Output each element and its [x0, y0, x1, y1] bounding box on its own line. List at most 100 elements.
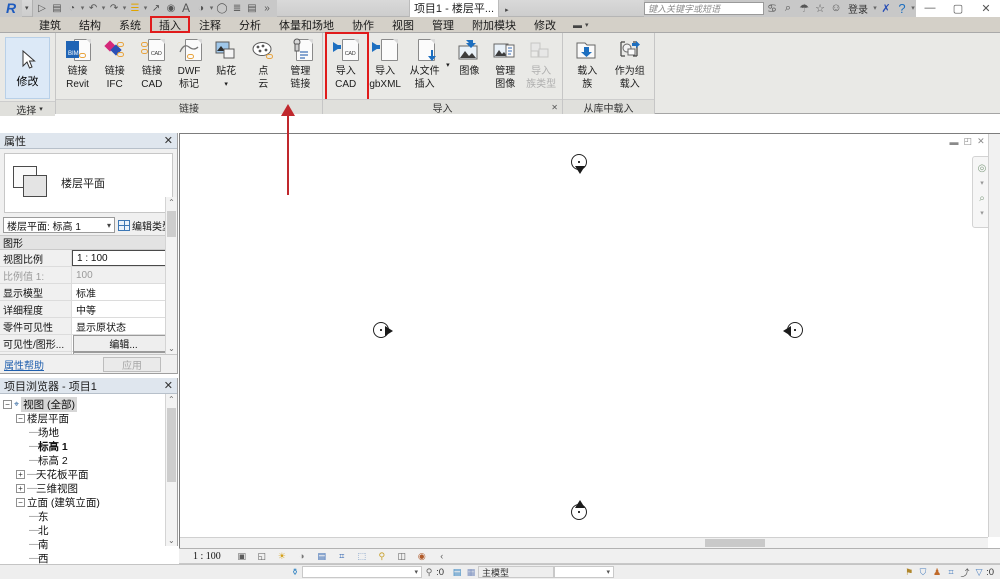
- properties-close-icon[interactable]: ✕: [164, 134, 173, 147]
- visibility-graphics-edit-button[interactable]: 编辑...: [73, 334, 174, 352]
- title-chevron-icon[interactable]: ▸: [502, 7, 512, 14]
- scroll-up-icon[interactable]: ⌃: [168, 197, 175, 207]
- point-cloud-button[interactable]: 点 云: [245, 35, 282, 90]
- cascade-view-icon[interactable]: ◰: [964, 136, 973, 147]
- tree-node-floor-plans[interactable]: − 楼层平面: [3, 411, 177, 425]
- insert-from-file-chevron[interactable]: ▾: [444, 35, 451, 71]
- properties-scrollbar[interactable]: ⌃ ⌄: [165, 197, 177, 354]
- steering-wheel-chevron-icon[interactable]: ▾: [980, 179, 984, 187]
- tab-massing-site[interactable]: 体量和场地: [270, 17, 343, 33]
- tree-node-views-all[interactable]: − ⌖ 视图 (全部): [3, 396, 177, 412]
- account-icon[interactable]: ☺: [828, 0, 844, 16]
- expand-toggle-icon[interactable]: +: [16, 483, 25, 493]
- canvas-vertical-scrollbar[interactable]: [988, 134, 1000, 537]
- tab-architecture[interactable]: 建筑: [30, 17, 70, 33]
- worksets-icon[interactable]: ⚱: [288, 566, 302, 579]
- import-gbxml-button[interactable]: 导入 gbXML: [365, 35, 404, 90]
- tab-collaborate[interactable]: 协作: [343, 17, 383, 33]
- type-selector[interactable]: 楼层平面: 标高 1 ▾: [3, 217, 115, 233]
- filter-icon[interactable]: ▽: [972, 566, 986, 579]
- load-as-group-button[interactable]: 作为组 载入: [609, 35, 652, 90]
- close-view-icon[interactable]: ✕: [977, 136, 985, 147]
- close-icon[interactable]: ✕: [972, 0, 1000, 17]
- property-value[interactable]: 标准: [72, 284, 177, 300]
- properties-help-link[interactable]: 属性帮助: [0, 357, 44, 372]
- collapse-toggle-icon[interactable]: −: [16, 413, 25, 423]
- measure-icon[interactable]: ↗: [149, 1, 164, 16]
- tab-systems[interactable]: 系统: [110, 17, 150, 33]
- scroll-up-icon[interactable]: ⌃: [168, 395, 175, 404]
- tab-annotate[interactable]: 注释: [190, 17, 230, 33]
- crop-view-icon[interactable]: ⌗: [335, 550, 349, 563]
- minimize-icon[interactable]: —: [916, 0, 944, 17]
- property-value-view-scale[interactable]: 1 : 100: [72, 250, 177, 266]
- tab-structure[interactable]: 结构: [70, 17, 110, 33]
- project-browser-close-icon[interactable]: ✕: [164, 379, 173, 392]
- qat-overflow-icon[interactable]: »: [260, 1, 275, 16]
- active-design-option-icon[interactable]: ▦: [464, 566, 478, 579]
- save-icon[interactable]: ▤: [50, 1, 65, 16]
- insert-from-file-button[interactable]: 从文件 插入: [405, 35, 444, 90]
- scroll-down-icon[interactable]: ⌄: [168, 536, 175, 545]
- signin-label[interactable]: 登录: [844, 1, 872, 16]
- tree-node-north[interactable]: — 北: [3, 523, 177, 537]
- chevron-down-icon[interactable]: ▾: [606, 568, 610, 576]
- select-by-face-icon[interactable]: ⤴: [958, 566, 972, 579]
- detail-level-icon[interactable]: ▣: [235, 550, 249, 563]
- tree-node-elevations[interactable]: − 立面 (建筑立面): [3, 495, 177, 509]
- thin-lines-icon[interactable]: ≣: [230, 1, 245, 16]
- project-browser-scrollbar[interactable]: ⌃ ⌄: [165, 394, 177, 546]
- property-row-visibility-graphics[interactable]: 可见性/图形... 编辑...: [0, 334, 177, 352]
- communication-center-icon[interactable]: ☂: [796, 0, 812, 16]
- property-row-parts-visibility[interactable]: 零件可见性 显示原状态: [0, 318, 177, 335]
- image-button[interactable]: 图像: [451, 35, 487, 79]
- exclude-options-icon[interactable]: ⛉: [916, 566, 930, 579]
- app-menu-chevron-icon[interactable]: ▾: [22, 4, 32, 12]
- design-option-combo2[interactable]: ▾: [554, 566, 614, 578]
- scroll-thumb[interactable]: [167, 408, 176, 482]
- subscription-icon[interactable]: ⌕: [780, 0, 796, 16]
- elevation-marker-west[interactable]: [373, 322, 393, 340]
- reveal-hidden-elements-icon[interactable]: ◉: [415, 550, 429, 563]
- section-icon[interactable]: ◯: [215, 1, 230, 16]
- elevation-marker-south[interactable]: [571, 500, 589, 522]
- tab-modify[interactable]: 修改: [525, 17, 565, 33]
- chevron-down-icon[interactable]: ▾: [107, 221, 111, 230]
- select-panel-chevron-icon[interactable]: ▾: [39, 105, 43, 113]
- elevation-marker-north[interactable]: [571, 154, 589, 174]
- scroll-thumb[interactable]: [167, 211, 176, 237]
- scroll-down-icon[interactable]: ⌄: [168, 344, 175, 354]
- restore-view-icon[interactable]: ▬: [950, 137, 959, 147]
- tab-insert[interactable]: 插入: [150, 15, 190, 33]
- drawing-canvas[interactable]: ▬ ◰ ✕ ⌃ ◎ ▾ ⌕: [179, 133, 1000, 548]
- property-row-detail-level[interactable]: 详细程度 中等: [0, 301, 177, 318]
- link-revit-button[interactable]: BIM 链接 Revit: [59, 35, 96, 90]
- manage-images-button[interactable]: 管理 图像: [487, 35, 523, 90]
- zoom-chevron-icon[interactable]: ▾: [980, 209, 984, 217]
- aligned-dimension-icon[interactable]: ◉: [164, 1, 179, 16]
- property-value[interactable]: 中等: [72, 301, 177, 317]
- search-input[interactable]: 键入关键字或短语: [644, 1, 764, 15]
- chevron-down-icon[interactable]: ▾: [415, 568, 419, 576]
- tree-node-west[interactable]: — 西: [3, 551, 177, 565]
- sync-with-central-icon[interactable]: ◔: [65, 1, 80, 16]
- tree-node-3d-views[interactable]: + — 三维视图: [3, 481, 177, 495]
- property-value[interactable]: 显示原状态: [72, 318, 177, 334]
- tree-node-level-2[interactable]: — 标高 2: [3, 453, 177, 467]
- link-cad-button[interactable]: CAD 链接 CAD: [133, 35, 170, 90]
- visual-style-icon[interactable]: ◱: [255, 550, 269, 563]
- property-row-view-scale[interactable]: 视图比例 1 : 100: [0, 250, 177, 267]
- tab-manage[interactable]: 管理: [423, 17, 463, 33]
- dwf-markup-button[interactable]: DWF 标记: [170, 35, 207, 90]
- tree-node-east[interactable]: — 东: [3, 509, 177, 523]
- exclude-pinned-icon[interactable]: ⌗: [944, 566, 958, 579]
- default-3d-view-icon[interactable]: ◑: [194, 1, 209, 16]
- ribbon-state-chevron-icon[interactable]: ▾: [585, 21, 589, 29]
- tree-node-site[interactable]: — 场地: [3, 425, 177, 439]
- tree-node-level-1[interactable]: — 标高 1: [3, 439, 177, 453]
- scroll-thumb[interactable]: [705, 539, 765, 547]
- chevron-down-icon[interactable]: ▾: [446, 60, 450, 71]
- undo-icon[interactable]: ↶: [86, 1, 101, 16]
- favorites-icon[interactable]: ☆: [812, 0, 828, 16]
- expand-toggle-icon[interactable]: +: [16, 469, 25, 479]
